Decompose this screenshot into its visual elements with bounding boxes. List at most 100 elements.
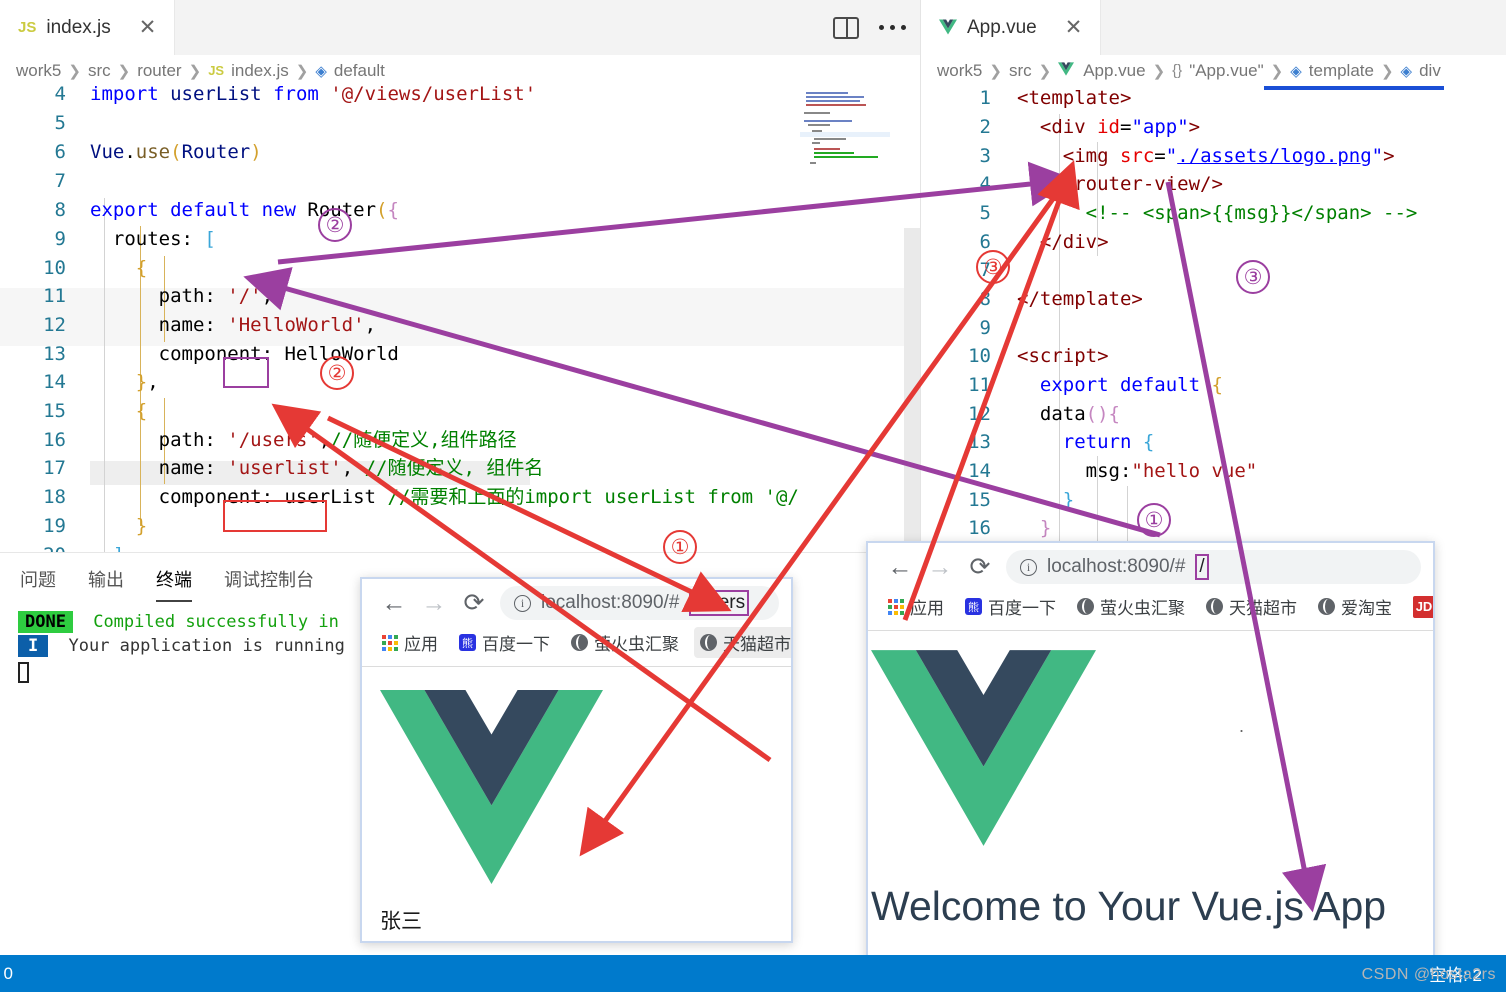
address-bar-small[interactable]: i localhost:8090/# /users [500, 586, 779, 620]
line-number: 3 [979, 145, 991, 167]
bookmark-label: 天猫超市 [1229, 599, 1297, 618]
page-heading: Welcome to Your Vue.js App [871, 883, 1387, 929]
bookmark-jd[interactable]: JD [1407, 593, 1433, 621]
scrollbar-track[interactable] [904, 86, 920, 228]
marker-red-3-right: ③ [976, 250, 1010, 284]
terminal-text: Compiled successfully in [93, 612, 339, 632]
bookmark-tmall[interactable]: 天猫超市 [1200, 591, 1303, 622]
status-badge: I [18, 635, 49, 657]
breadcrumb-item-1[interactable]: src [1009, 61, 1032, 81]
back-icon[interactable]: ← [880, 554, 920, 580]
breadcrumb-item-4[interactable]: default [334, 61, 385, 81]
close-icon[interactable]: ✕ [139, 17, 157, 38]
panel-tab-terminal[interactable]: 终端 [156, 566, 192, 602]
scrollbar-thumb[interactable] [904, 228, 920, 552]
forward-icon[interactable]: → [920, 554, 960, 580]
bookmark-apps[interactable]: 应用 [376, 627, 444, 658]
code-line-1: <template> [1017, 87, 1132, 109]
code-line-4: import userList from '@/views/userList' [90, 86, 537, 105]
line-number: 6 [979, 231, 991, 253]
breadcrumb-right[interactable]: work5 ❯ src ❯ App.vue ❯ {} "App.vue" ❯ ◈… [921, 55, 1506, 86]
line-number: 2 [979, 116, 991, 138]
browser-window-root: ← → ⟳ i localhost:8090/# / 应用 百度一下 [866, 541, 1435, 992]
line-number: 15 [43, 400, 66, 422]
reload-icon[interactable]: ⟳ [960, 554, 1000, 580]
address-bar-big[interactable]: i localhost:8090/# / [1006, 550, 1421, 584]
line-number: 10 [968, 345, 991, 367]
code-line-8: export default new Router({ [90, 199, 399, 221]
js-file-icon: JS [18, 19, 37, 36]
line-number: 16 [968, 517, 991, 539]
panel-tab-problems[interactable]: 问题 [20, 566, 56, 602]
tab-label: App.vue [967, 16, 1037, 38]
bookmark-baidu[interactable]: 百度一下 [453, 627, 556, 658]
panel-tab-debug-console[interactable]: 调试控制台 [224, 566, 314, 602]
bookmark-label: 应用 [404, 635, 438, 654]
globe-icon [1318, 598, 1335, 615]
site-info-icon[interactable]: i [1020, 558, 1037, 576]
breadcrumb-item-4[interactable]: template [1309, 61, 1374, 81]
code-line-9: routes: [ [112, 228, 216, 250]
breadcrumb-item-1[interactable]: src [88, 61, 111, 81]
marker-purple-3-right: ③ [1236, 260, 1270, 294]
breadcrumb-item-2[interactable]: App.vue [1083, 61, 1145, 81]
tab-app-vue[interactable]: App.vue ✕ [921, 0, 1102, 55]
line-number: 14 [43, 371, 66, 393]
bookmark-tmall[interactable]: 天猫超市 [694, 627, 791, 658]
breadcrumb-item-3[interactable]: "App.vue" [1189, 61, 1263, 81]
tabbar-actions-left [833, 0, 906, 55]
apps-grid-icon [382, 634, 398, 651]
breadcrumb-item-0[interactable]: work5 [16, 61, 61, 81]
line-number: 11 [968, 374, 991, 396]
bookmark-label: 天猫超市 [723, 635, 791, 654]
bookmark-label: 萤火虫汇聚 [1100, 599, 1185, 618]
page-viewport-small[interactable]: 张三 [362, 666, 791, 934]
marker-purple-2-left: ② [318, 208, 352, 242]
symbol-cube-icon: ◈ [1400, 62, 1413, 80]
more-actions-icon[interactable] [879, 25, 906, 30]
line-number: 4 [979, 173, 991, 195]
breadcrumb-item-2[interactable]: router [137, 61, 181, 81]
reload-icon[interactable]: ⟳ [454, 590, 494, 616]
code-line-15: } [1062, 489, 1075, 511]
code-line-12: data(){ [1039, 403, 1120, 425]
page-viewport-big[interactable]: Welcome to Your Vue.js App Essential Lin… [868, 630, 1433, 984]
panel-tab-output[interactable]: 输出 [88, 566, 124, 602]
bookmark-apps[interactable]: 应用 [882, 591, 950, 622]
globe-icon [1206, 598, 1223, 615]
bookmark-baidu[interactable]: 百度一下 [959, 591, 1062, 622]
bookmark-label: 应用 [910, 599, 944, 618]
close-icon[interactable]: ✕ [1065, 17, 1083, 38]
vue-logo [871, 650, 1096, 846]
line-number: 12 [43, 314, 66, 336]
vue-logo [380, 690, 603, 884]
line-number: 8 [54, 199, 66, 221]
tab-index-js[interactable]: JS index.js ✕ [0, 0, 176, 55]
forward-icon[interactable]: → [414, 590, 454, 616]
site-info-icon[interactable]: i [514, 594, 531, 612]
symbol-cube-icon: ◈ [315, 62, 327, 80]
status-left-text[interactable]: , 0 [0, 964, 13, 984]
bookmark-yinghuochong[interactable]: 萤火虫汇聚 [1071, 591, 1191, 622]
code-line-10: { [135, 257, 148, 279]
breadcrumb-item-5[interactable]: div [1419, 61, 1441, 81]
code-editor-left[interactable]: 4 5 6 7 8 9 10 11 12 13 14 15 16 17 18 1… [0, 86, 920, 552]
breadcrumb-item-3[interactable]: index.js [231, 61, 289, 81]
back-icon[interactable]: ← [374, 590, 414, 616]
baidu-icon [965, 598, 982, 615]
bookmark-yinghuochong[interactable]: 萤火虫汇聚 [565, 627, 685, 658]
code-line-8: </template> [1017, 288, 1143, 310]
vscode-status-bar: , 0 空格: 2 [0, 955, 1506, 992]
breadcrumb-left[interactable]: work5 ❯ src ❯ router ❯ JS index.js ❯ ◈ d… [0, 55, 920, 86]
bookmark-aitaobao[interactable]: 爱淘宝 [1312, 591, 1398, 622]
globe-icon [1077, 598, 1094, 615]
minimap-slider[interactable] [1264, 86, 1444, 90]
line-number: 6 [54, 141, 66, 163]
breadcrumb-item-0[interactable]: work5 [937, 61, 982, 81]
line-number: 9 [54, 228, 66, 250]
code-line-11: export default { [1039, 374, 1223, 396]
code-line-6: Vue.use(Router) [90, 141, 262, 163]
split-editor-icon[interactable] [833, 16, 859, 39]
line-number: 8 [979, 288, 991, 310]
line-number: 15 [968, 489, 991, 511]
